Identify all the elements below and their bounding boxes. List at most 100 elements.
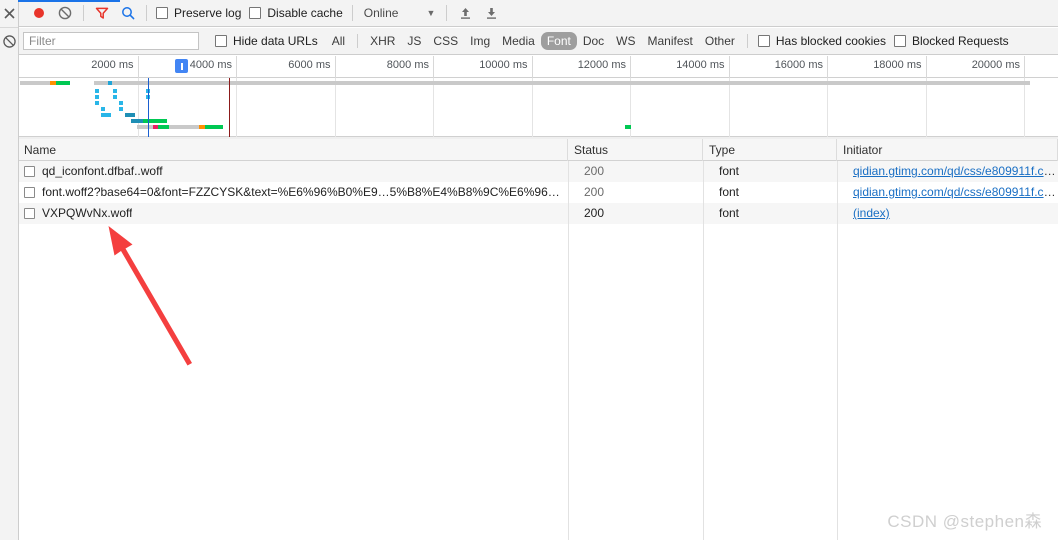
timeline-tick: 18000 ms (828, 56, 927, 78)
toolbar-divider (83, 5, 84, 21)
throttling-value: Online (363, 6, 399, 20)
preserve-log-checkbox[interactable]: Preserve log (152, 6, 245, 20)
hide-data-urls-label: Hide data URLs (233, 34, 318, 48)
chevron-down-icon: ▼ (426, 8, 436, 18)
column-header-name[interactable]: Name (18, 139, 568, 161)
table-row[interactable]: VXPQWvNx.woff 200 font (index) (18, 203, 1058, 224)
overview-request-bar (95, 89, 99, 93)
timeline-tick-label: 2000 ms (91, 59, 134, 71)
preserve-log-box[interactable] (156, 7, 168, 19)
toolbar-divider-4 (446, 5, 448, 21)
timeline-tick: 16000 ms (730, 56, 828, 78)
column-header-status[interactable]: Status (568, 139, 703, 161)
timeline-overview[interactable] (18, 59, 1058, 137)
dom-content-loaded-marker (148, 78, 149, 137)
initiator-link[interactable]: (index) (853, 206, 890, 220)
cell-name[interactable]: qd_iconfont.dfbaf..woff (18, 161, 568, 182)
network-toolbar: Preserve log Disable cache Online ▼ (18, 0, 1058, 27)
clear-requests-button[interactable] (52, 0, 78, 26)
filter-type-all[interactable]: All (326, 32, 351, 50)
filter-type-css[interactable]: CSS (427, 32, 464, 50)
blocked-requests-checkbox[interactable]: Blocked Requests (890, 34, 1013, 48)
hide-data-urls-checkbox[interactable]: Hide data URLs (211, 34, 322, 48)
cell-status: 200 (584, 185, 605, 199)
initiator-link[interactable]: qidian.gtimg.com/qd/css/e809911f.css… (853, 164, 1058, 178)
overview-request-bar (119, 107, 123, 111)
row-checkbox[interactable] (24, 208, 35, 219)
disable-cache-label: Disable cache (267, 6, 343, 20)
column-divider (568, 161, 569, 540)
timeline-tick-label: 12000 ms (577, 59, 626, 71)
overview-request-bar (150, 81, 1030, 85)
toolbar-divider-3 (351, 5, 353, 21)
filter-type-doc[interactable]: Doc (577, 32, 610, 50)
table-row[interactable]: qd_iconfont.dfbaf..woff 200 font qidian.gti… (18, 161, 1058, 182)
overview-request-bar (169, 125, 199, 129)
overview-request-bar (113, 95, 117, 99)
timeline-tick-label: 6000 ms (288, 59, 331, 71)
overview-request-bar (113, 89, 117, 93)
search-icon[interactable] (115, 0, 141, 26)
close-icon[interactable] (0, 0, 18, 28)
column-divider (703, 161, 704, 540)
filter-input[interactable]: Filter (23, 32, 199, 50)
row-checkbox[interactable] (24, 187, 35, 198)
has-blocked-cookies-box[interactable] (757, 35, 770, 47)
load-event-marker (229, 78, 230, 137)
initiator-link[interactable]: qidian.gtimg.com/qd/css/e809911f.css… (853, 185, 1058, 199)
overview-request-bar (143, 119, 167, 123)
filter-type-js[interactable]: JS (401, 32, 427, 50)
request-name-label: VXPQWvNx.woff (42, 206, 133, 220)
hide-data-urls-box[interactable] (215, 35, 227, 47)
overview-gridline (237, 78, 336, 137)
overview-gridline (730, 78, 828, 137)
filter-type-manifest[interactable]: Manifest (642, 32, 699, 50)
cell-name[interactable]: VXPQWvNx.woff (18, 203, 568, 224)
column-divider (837, 161, 838, 540)
filter-type-img[interactable]: Img (464, 32, 496, 50)
filter-type-media[interactable]: Media (496, 32, 541, 50)
requests-table-body[interactable]: qd_iconfont.dfbaf..woff 200 font qidian.gti… (18, 161, 1058, 540)
filter-type-xhr[interactable]: XHR (364, 32, 401, 50)
overview-gridline (828, 78, 927, 137)
filter-type-ws[interactable]: WS (610, 32, 641, 50)
timeline-ruler[interactable]: 2000 ms 4000 ms 6000 ms 8000 ms 10000 ms 1200… (18, 56, 1058, 78)
timeline-tick-label: 16000 ms (774, 59, 823, 71)
blocked-requests-label: Blocked Requests (911, 34, 1009, 48)
table-row[interactable]: font.woff2?base64=0&font=FZZCYSK&text=%E… (18, 182, 1058, 203)
disable-cache-checkbox[interactable]: Disable cache (245, 6, 346, 20)
cell-name[interactable]: font.woff2?base64=0&font=FZZCYSK&text=%E… (18, 182, 568, 203)
clear-icon[interactable] (0, 28, 18, 55)
filter-type-other[interactable]: Other (699, 32, 741, 50)
overview-scrubber-handle[interactable] (175, 59, 188, 73)
blocked-requests-box[interactable] (893, 35, 906, 47)
cell-type: font (719, 164, 740, 178)
filter-divider-2 (746, 34, 748, 48)
cell-initiator: (index) (837, 203, 1058, 224)
timeline-tick-label: 8000 ms (386, 59, 429, 71)
import-har-icon[interactable] (452, 0, 478, 26)
filter-type-font[interactable]: Font (540, 32, 577, 50)
throttling-dropdown[interactable]: Online ▼ (358, 6, 442, 20)
filter-icon[interactable] (89, 0, 115, 26)
overview-request-bar (131, 119, 143, 123)
request-name-label: font.woff2?base64=0&font=FZZCYSK&text=%E… (42, 185, 568, 199)
cell-type: font (719, 185, 740, 199)
cell-initiator: qidian.gtimg.com/qd/css/e809911f.css… (837, 182, 1058, 203)
timeline-tick: 6000 ms (237, 56, 336, 78)
record-button[interactable] (26, 0, 52, 26)
overview-gridline (1025, 78, 1058, 137)
overview-request-bar (95, 95, 99, 99)
column-header-type[interactable]: Type (703, 139, 837, 161)
column-header-initiator[interactable]: Initiator (837, 139, 1058, 161)
overview-request-bar (205, 125, 223, 129)
overview-request-bar (112, 81, 150, 85)
row-checkbox[interactable] (24, 166, 35, 177)
timeline-tick: 10000 ms (434, 56, 533, 78)
disable-cache-box[interactable] (249, 7, 262, 19)
export-har-icon[interactable] (478, 0, 504, 26)
overview-request-bar (137, 125, 153, 129)
overview-gridline (40, 78, 139, 137)
timeline-tick-label: 10000 ms (479, 59, 528, 71)
has-blocked-cookies-checkbox[interactable]: Has blocked cookies (754, 34, 890, 48)
